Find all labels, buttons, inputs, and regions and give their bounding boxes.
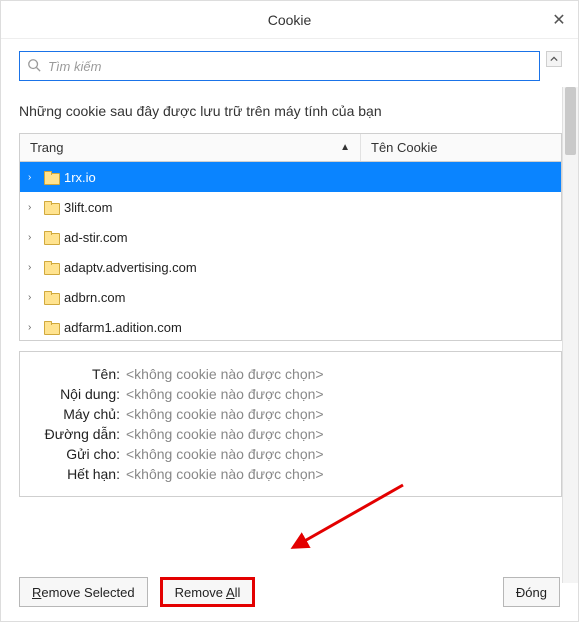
detail-value: <không cookie nào được chọn> bbox=[126, 446, 324, 462]
list-item[interactable]: › adfarm1.adition.com bbox=[20, 312, 561, 341]
column-trang-label: Trang bbox=[30, 140, 63, 155]
column-trang[interactable]: Trang ▲ bbox=[20, 134, 361, 161]
search-row bbox=[19, 51, 562, 81]
list-header: Trang ▲ Tên Cookie bbox=[19, 133, 562, 161]
folder-icon bbox=[44, 201, 58, 213]
folder-icon bbox=[44, 261, 58, 273]
column-ten-label: Tên Cookie bbox=[371, 140, 437, 155]
site-name: 3lift.com bbox=[64, 200, 112, 215]
chevron-right-icon[interactable]: › bbox=[28, 262, 38, 273]
cookie-details: Tên: <không cookie nào được chọn> Nội du… bbox=[19, 351, 562, 497]
scrollbar-thumb[interactable] bbox=[565, 87, 576, 155]
detail-label: Gửi cho: bbox=[32, 446, 120, 462]
list-body[interactable]: › 1rx.io › 3lift.com › ad-stir.com › ada… bbox=[19, 161, 562, 341]
mnemonic: A bbox=[226, 585, 235, 600]
detail-value: <không cookie nào được chọn> bbox=[126, 406, 324, 422]
detail-value: <không cookie nào được chọn> bbox=[126, 366, 324, 382]
content: Những cookie sau đây được lưu trữ trên m… bbox=[1, 39, 578, 583]
chevron-right-icon[interactable]: › bbox=[28, 232, 38, 243]
sort-indicator-icon: ▲ bbox=[340, 142, 350, 153]
detail-value: <không cookie nào được chọn> bbox=[126, 386, 324, 402]
list-item[interactable]: › 3lift.com bbox=[20, 192, 561, 222]
search-input[interactable] bbox=[19, 51, 540, 81]
detail-row-noidung: Nội dung: <không cookie nào được chọn> bbox=[32, 386, 549, 402]
folder-icon bbox=[44, 321, 58, 333]
folder-icon bbox=[44, 291, 58, 303]
detail-row-maychu: Máy chủ: <không cookie nào được chọn> bbox=[32, 406, 549, 422]
chevron-right-icon[interactable]: › bbox=[28, 322, 38, 333]
detail-label: Nội dung: bbox=[32, 386, 120, 402]
detail-value: <không cookie nào được chọn> bbox=[126, 466, 324, 482]
list-item[interactable]: › adaptv.advertising.com bbox=[20, 252, 561, 282]
chevron-right-icon[interactable]: › bbox=[28, 172, 38, 183]
detail-row-duongdan: Đường dẫn: <không cookie nào được chọn> bbox=[32, 426, 549, 442]
site-name: adfarm1.adition.com bbox=[64, 320, 182, 335]
cookie-list: Trang ▲ Tên Cookie › 1rx.io › 3lift.com … bbox=[19, 133, 562, 341]
chevron-right-icon[interactable]: › bbox=[28, 202, 38, 213]
folder-icon bbox=[44, 231, 58, 243]
column-ten[interactable]: Tên Cookie bbox=[361, 134, 561, 161]
close-button[interactable]: Đóng bbox=[503, 577, 560, 607]
site-name: adaptv.advertising.com bbox=[64, 260, 197, 275]
detail-row-hethan: Hết hạn: <không cookie nào được chọn> bbox=[32, 466, 549, 482]
detail-row-ten: Tên: <không cookie nào được chọn> bbox=[32, 366, 549, 382]
list-item[interactable]: › 1rx.io bbox=[20, 162, 561, 192]
remove-selected-button[interactable]: Remove Selected bbox=[19, 577, 148, 607]
mnemonic: R bbox=[32, 585, 41, 600]
detail-row-guicho: Gửi cho: <không cookie nào được chọn> bbox=[32, 446, 549, 462]
detail-label: Máy chủ: bbox=[32, 406, 120, 422]
site-name: ad-stir.com bbox=[64, 230, 128, 245]
list-item[interactable]: › adbrn.com bbox=[20, 282, 561, 312]
window-title: Cookie bbox=[268, 12, 312, 28]
detail-label: Hết hạn: bbox=[32, 466, 120, 482]
detail-label: Tên: bbox=[32, 366, 120, 382]
button-label: Đóng bbox=[516, 585, 547, 600]
description-text: Những cookie sau đây được lưu trữ trên m… bbox=[19, 103, 562, 119]
scrollbar[interactable] bbox=[562, 87, 578, 583]
close-icon[interactable]: ✕ bbox=[548, 9, 570, 31]
scroll-up-button[interactable] bbox=[546, 51, 562, 67]
titlebar: Cookie ✕ bbox=[1, 1, 578, 39]
search-wrap bbox=[19, 51, 540, 81]
remove-all-button[interactable]: Remove All bbox=[160, 577, 256, 607]
folder-icon bbox=[44, 171, 58, 183]
list-item[interactable]: › ad-stir.com bbox=[20, 222, 561, 252]
button-label: Remove bbox=[175, 585, 226, 600]
chevron-right-icon[interactable]: › bbox=[28, 292, 38, 303]
site-name: adbrn.com bbox=[64, 290, 125, 305]
button-label: ll bbox=[235, 585, 241, 600]
button-bar: Remove Selected Remove All Đóng bbox=[19, 577, 560, 607]
site-name: 1rx.io bbox=[64, 170, 96, 185]
button-label: emove Selected bbox=[41, 585, 134, 600]
detail-value: <không cookie nào được chọn> bbox=[126, 426, 324, 442]
detail-label: Đường dẫn: bbox=[32, 426, 120, 442]
